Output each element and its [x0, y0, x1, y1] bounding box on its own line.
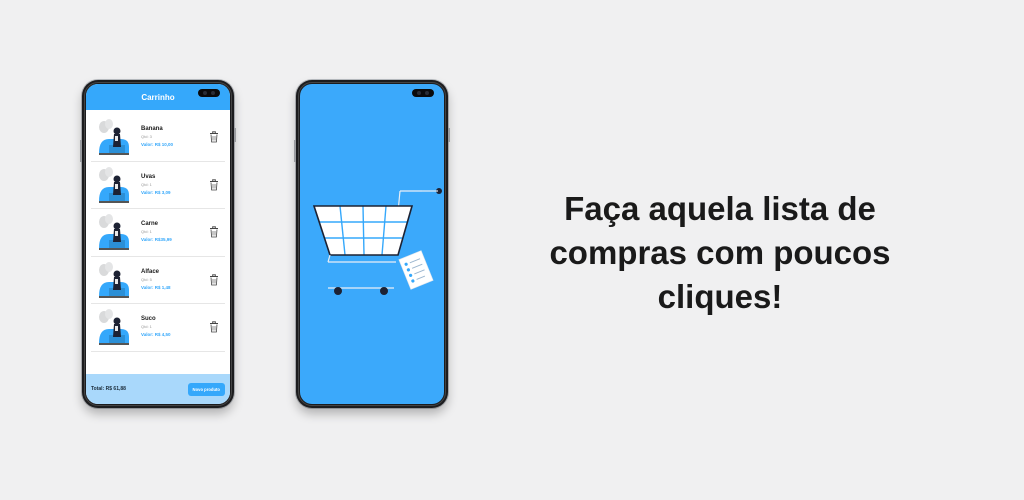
- product-name: Alface: [141, 268, 160, 275]
- product-name: Banana: [141, 126, 163, 133]
- checklist-icon: [398, 250, 434, 290]
- product-value: Valor: R$35,99: [141, 237, 172, 243]
- splash-screen: [300, 84, 444, 404]
- list-item[interactable]: Suco Qtd: 1 Valor: R$ 4,50: [91, 304, 225, 352]
- product-value: Valor: R$ 1,48: [141, 284, 171, 290]
- app-header: Carrinho: [86, 84, 230, 110]
- person-illustration: [99, 261, 129, 298]
- product-name: Suco: [141, 316, 156, 323]
- product-value: Valor: R$ 3,09: [141, 189, 171, 195]
- shopping-cart-icon: [312, 188, 442, 295]
- list-item[interactable]: Alface Qtd: 5 Valor: R$ 1,48: [91, 257, 225, 304]
- cart-footer: Total: R$ 61,88 Novo produto: [86, 374, 230, 404]
- front-camera: [412, 89, 434, 97]
- list-item[interactable]: Banana Qtd: 3 Valor: R$ 10,00: [91, 114, 225, 162]
- trash-icon[interactable]: [209, 179, 219, 191]
- app-screen: Carrinho Banana Qtd: 3 Valor: R$ 10,00 U…: [86, 84, 230, 404]
- person-illustration: [99, 214, 129, 251]
- trash-icon[interactable]: [209, 274, 219, 286]
- person-illustration: [99, 119, 129, 156]
- trash-icon[interactable]: [209, 226, 219, 238]
- page-title: Carrinho: [141, 93, 175, 102]
- headline: Faça aquela lista de compras com poucos …: [549, 190, 891, 315]
- product-name: Carne: [141, 221, 159, 228]
- phone-splash: [294, 80, 450, 408]
- new-product-button[interactable]: Novo produto: [187, 382, 225, 396]
- phone-cart-app: Carrinho Banana Qtd: 3 Valor: R$ 10,00 U…: [80, 80, 236, 408]
- person-illustration: [99, 166, 129, 203]
- list-item[interactable]: Uvas Qtd: 1 Valor: R$ 3,09: [91, 162, 225, 209]
- trash-icon[interactable]: [209, 321, 219, 333]
- person-illustration: [99, 309, 129, 346]
- product-value: Valor: R$ 4,50: [141, 332, 171, 338]
- cart-total: Total: R$ 61,88: [91, 386, 126, 392]
- product-name: Uvas: [141, 173, 156, 180]
- list-item[interactable]: Carne Qtd: 1 Valor: R$35,99: [91, 209, 225, 257]
- trash-icon[interactable]: [209, 131, 219, 143]
- product-list: Banana Qtd: 3 Valor: R$ 10,00 Uvas Qtd: …: [91, 114, 225, 374]
- product-value: Valor: R$ 10,00: [141, 142, 174, 148]
- front-camera: [198, 89, 220, 97]
